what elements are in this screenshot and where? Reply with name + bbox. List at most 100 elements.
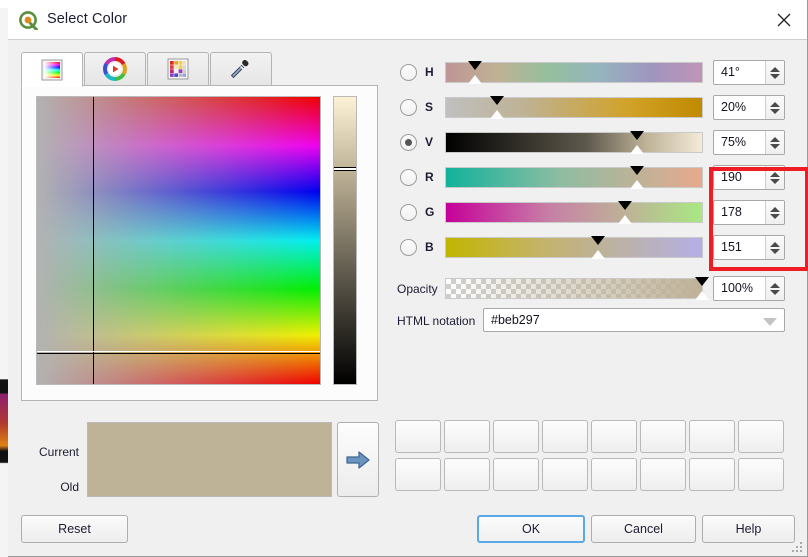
color-component-sliders: H 41° S 20% V 75% R 190 G 178 B 151 Opac… xyxy=(395,60,795,340)
spinbox-r-stepper[interactable] xyxy=(765,166,784,189)
slider-track-g[interactable] xyxy=(445,201,703,224)
radio-r[interactable] xyxy=(400,169,417,186)
dialog-button-bar: Reset OK Cancel Help xyxy=(7,505,807,557)
spinbox-r[interactable]: 190 xyxy=(713,165,785,190)
spinbox-h-stepper[interactable] xyxy=(765,61,784,84)
tab-color-wheel[interactable] xyxy=(84,52,146,86)
old-color-label: Old xyxy=(60,480,79,494)
html-notation-row: HTML notation #beb297 xyxy=(395,308,795,334)
tab-color-swatches[interactable] xyxy=(147,52,209,86)
qgis-logo-icon xyxy=(19,10,39,31)
slider-handle-v-lower xyxy=(629,145,644,154)
spinbox-r-value: 190 xyxy=(721,170,742,184)
saturation-hue-colormap[interactable] xyxy=(36,96,321,385)
slider-handle-h[interactable] xyxy=(468,61,483,70)
swatch-cell[interactable] xyxy=(640,420,686,453)
spinbox-opacity-value: 100% xyxy=(721,281,753,295)
swatch-cell[interactable] xyxy=(542,420,588,453)
reset-button[interactable]: Reset xyxy=(21,515,128,543)
opacity-slider-track[interactable] xyxy=(445,277,709,300)
html-notation-value: #beb297 xyxy=(491,313,540,327)
swatch-cell[interactable] xyxy=(493,458,539,491)
slider-handle-r[interactable] xyxy=(629,166,644,175)
slider-track-h[interactable] xyxy=(445,61,703,84)
right-arrow-icon[interactable] xyxy=(337,422,379,497)
radio-g[interactable] xyxy=(400,204,417,221)
slider-row-v: V 75% xyxy=(395,130,795,156)
slider-handle-s[interactable] xyxy=(490,96,505,105)
color-palette-icon xyxy=(166,57,190,81)
swatch-cell[interactable] xyxy=(689,420,735,453)
swatch-cell[interactable] xyxy=(591,420,637,453)
chevron-down-icon[interactable] xyxy=(763,318,777,326)
colormap-crosshair-horizontal xyxy=(37,353,320,354)
value-slider[interactable] xyxy=(333,96,357,385)
spinbox-s[interactable]: 20% xyxy=(713,95,785,120)
spinbox-h-value: 41° xyxy=(721,65,740,79)
swatch-cell[interactable] xyxy=(640,458,686,491)
slider-row-r: R 190 xyxy=(395,165,795,191)
html-notation-label: HTML notation xyxy=(397,314,476,328)
swatch-cell[interactable] xyxy=(395,420,441,453)
help-button[interactable]: Help xyxy=(702,515,795,543)
swatch-cell[interactable] xyxy=(542,458,588,491)
slider-row-b: B 151 xyxy=(395,235,795,261)
swatch-cell[interactable] xyxy=(395,458,441,491)
spinbox-h[interactable]: 41° xyxy=(713,60,785,85)
spinbox-v[interactable]: 75% xyxy=(713,130,785,155)
swatch-cell[interactable] xyxy=(738,458,784,491)
spinbox-g-value: 178 xyxy=(721,205,742,219)
swatch-cell[interactable] xyxy=(591,458,637,491)
color-gradient-icon xyxy=(40,58,64,82)
color-map-panel xyxy=(21,85,378,401)
opacity-row: Opacity 100% xyxy=(395,276,795,302)
spinbox-s-value: 20% xyxy=(721,100,747,114)
slider-row-s: S 20% xyxy=(395,95,795,121)
opacity-slider-handle[interactable] xyxy=(695,277,709,286)
slider-handle-v[interactable] xyxy=(629,131,644,140)
slider-track-s[interactable] xyxy=(445,96,703,119)
spinbox-g[interactable]: 178 xyxy=(713,200,785,225)
slider-label-v: V xyxy=(425,135,434,149)
slider-handle-r-lower xyxy=(629,180,644,189)
spinbox-s-stepper[interactable] xyxy=(765,96,784,119)
slider-track-b[interactable] xyxy=(445,236,703,259)
swatch-cell[interactable] xyxy=(689,458,735,491)
swatch-cell[interactable] xyxy=(493,420,539,453)
slider-track-v[interactable] xyxy=(445,131,703,154)
swatch-cell[interactable] xyxy=(444,458,490,491)
spinbox-v-value: 75% xyxy=(721,135,747,149)
ok-button[interactable]: OK xyxy=(477,515,585,543)
color-preview-area: Current Old xyxy=(21,418,381,500)
spinbox-opacity[interactable]: 100% xyxy=(713,276,785,301)
tab-color-picker[interactable] xyxy=(210,52,272,86)
eyedropper-icon xyxy=(229,57,253,81)
recent-colors-grid xyxy=(395,420,795,496)
current-color-label: Current xyxy=(38,445,79,459)
slider-label-r: R xyxy=(425,170,434,184)
value-slider-marker xyxy=(334,167,356,171)
current-old-color-swatch[interactable] xyxy=(87,422,332,497)
radio-b[interactable] xyxy=(400,239,417,256)
spinbox-opacity-stepper[interactable] xyxy=(765,277,784,300)
spinbox-g-stepper[interactable] xyxy=(765,201,784,224)
spinbox-b[interactable]: 151 xyxy=(713,235,785,260)
spinbox-b-stepper[interactable] xyxy=(765,236,784,259)
slider-row-g: G 178 xyxy=(395,200,795,226)
slider-handle-g[interactable] xyxy=(617,201,632,210)
swatch-cell[interactable] xyxy=(444,420,490,453)
html-notation-combo[interactable]: #beb297 xyxy=(483,308,785,332)
resize-grip[interactable] xyxy=(792,542,804,554)
tab-color-ramp[interactable] xyxy=(21,52,83,87)
swatch-cell[interactable] xyxy=(738,420,784,453)
radio-s[interactable] xyxy=(400,99,417,116)
page-title: Select Color xyxy=(47,11,128,27)
cancel-button[interactable]: Cancel xyxy=(591,515,696,543)
slider-handle-b[interactable] xyxy=(590,236,605,245)
close-icon[interactable] xyxy=(761,0,807,39)
spinbox-v-stepper[interactable] xyxy=(765,131,784,154)
slider-track-r[interactable] xyxy=(445,166,703,189)
slider-label-g: G xyxy=(425,205,435,219)
radio-h[interactable] xyxy=(400,64,417,81)
radio-v[interactable] xyxy=(400,134,417,151)
